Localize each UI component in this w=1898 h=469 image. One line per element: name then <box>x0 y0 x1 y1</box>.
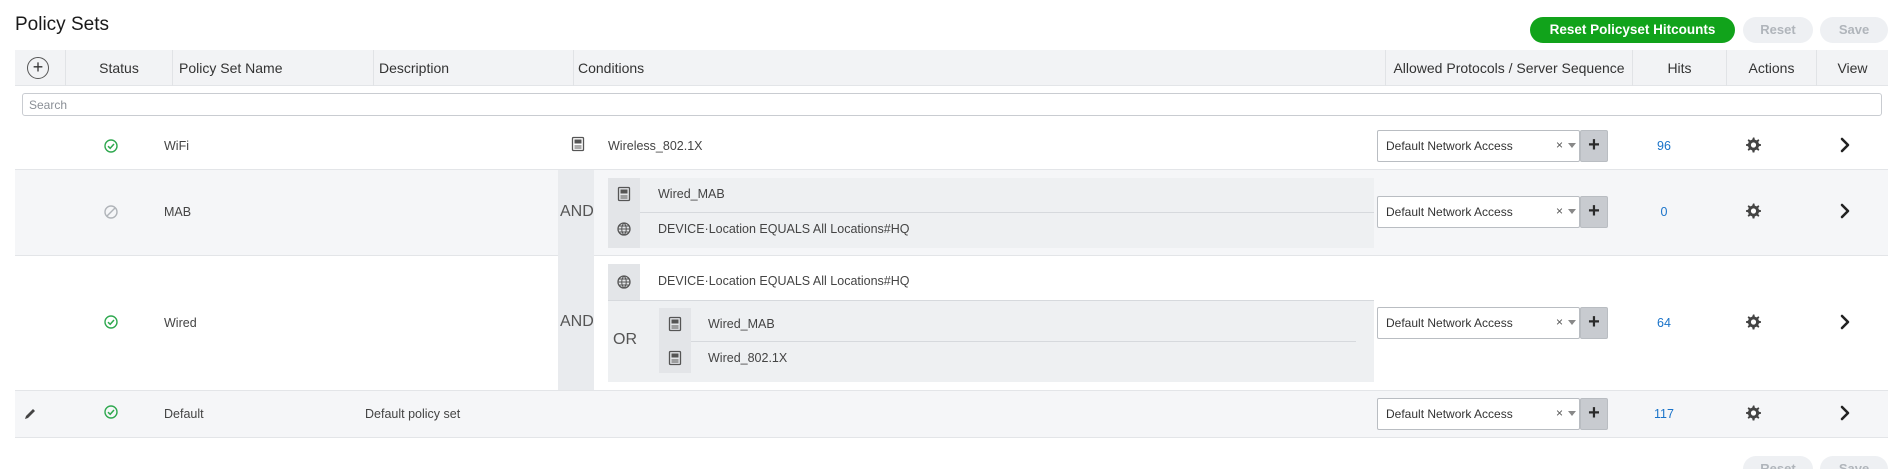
chevron-down-icon[interactable] <box>1568 411 1576 416</box>
check-circle-icon <box>104 405 118 419</box>
table-row[interactable]: MAB AND Wired_MAB DEVICE·Location EQUALS… <box>15 170 1888 256</box>
globe-icon <box>616 221 632 237</box>
header-status[interactable]: Status <box>65 50 172 86</box>
check-circle-icon <box>104 139 118 153</box>
policy-set-description: Default policy set <box>365 407 461 421</box>
library-condition-icon <box>616 186 632 202</box>
gear-icon[interactable] <box>1744 313 1762 331</box>
reset-button[interactable]: Reset <box>1743 17 1813 43</box>
chevron-right-icon[interactable] <box>1838 203 1852 219</box>
nested-condition-row <box>691 342 1356 373</box>
globe-icon <box>616 274 632 290</box>
allowed-protocols-value: Default Network Access <box>1386 407 1513 421</box>
policy-set-name: Default <box>164 407 204 421</box>
clear-icon[interactable]: × <box>1556 138 1563 152</box>
add-protocol-button[interactable]: + <box>1580 196 1608 228</box>
allowed-protocols-select[interactable]: Default Network Access × <box>1377 398 1580 430</box>
table-header: + Status Policy Set Name Description Con… <box>15 50 1888 86</box>
chevron-right-icon[interactable] <box>1838 314 1852 330</box>
header-view[interactable]: View <box>1816 50 1888 86</box>
header-conditions[interactable]: Conditions <box>573 50 1385 86</box>
policy-set-name: WiFi <box>164 139 189 153</box>
header-actions[interactable]: Actions <box>1726 50 1816 86</box>
add-protocol-button[interactable]: + <box>1580 130 1608 162</box>
gear-icon[interactable] <box>1744 404 1762 422</box>
allowed-protocols-value: Default Network Access <box>1386 205 1513 219</box>
policy-set-name: Wired <box>164 316 197 330</box>
hits-count[interactable]: 64 <box>1644 316 1684 330</box>
header-description[interactable]: Description <box>373 50 573 86</box>
gear-icon[interactable] <box>1744 136 1762 154</box>
blocked-circle-icon <box>104 205 118 219</box>
allowed-protocols-value: Default Network Access <box>1386 316 1513 330</box>
condition-operator[interactable]: AND <box>560 203 594 221</box>
policy-set-name: MAB <box>164 205 192 219</box>
allowed-protocols-select[interactable]: Default Network Access × <box>1377 307 1580 339</box>
plus-circle-icon[interactable]: + <box>27 57 49 79</box>
library-condition-icon <box>667 350 683 366</box>
condition-operator[interactable]: AND <box>560 313 594 331</box>
table-row[interactable]: WiFi Wireless_802.1X Default Network Acc… <box>15 122 1888 170</box>
condition-text[interactable]: Wireless_802.1X <box>608 139 703 153</box>
hits-count[interactable]: 117 <box>1644 407 1684 421</box>
pencil-icon[interactable] <box>23 407 37 421</box>
library-condition-icon <box>570 136 586 152</box>
chevron-down-icon[interactable] <box>1568 143 1576 148</box>
search-input[interactable] <box>22 93 1882 116</box>
chevron-right-icon[interactable] <box>1838 405 1852 421</box>
table-row[interactable]: Default Default policy set Default Netwo… <box>15 391 1888 438</box>
chevron-right-icon[interactable] <box>1838 137 1852 153</box>
library-condition-icon <box>667 316 683 332</box>
reset-button-bottom[interactable]: Reset <box>1743 456 1813 469</box>
condition-text[interactable]: Wired_802.1X <box>708 342 787 375</box>
header-hits[interactable]: Hits <box>1632 50 1726 86</box>
add-protocol-button[interactable]: + <box>1580 398 1608 430</box>
allowed-protocols-select[interactable]: Default Network Access × <box>1377 130 1580 162</box>
condition-nested-operator[interactable]: OR <box>613 331 637 349</box>
gear-icon[interactable] <box>1744 202 1762 220</box>
header-allowed-protocols[interactable]: Allowed Protocols / Server Sequence <box>1385 50 1632 86</box>
reset-policyset-hitcounts-button[interactable]: Reset Policyset Hitcounts <box>1530 17 1735 43</box>
check-circle-icon <box>104 315 118 329</box>
clear-icon[interactable]: × <box>1556 315 1563 329</box>
clear-icon[interactable]: × <box>1556 204 1563 218</box>
page-title: Policy Sets <box>15 14 109 35</box>
save-button[interactable]: Save <box>1820 17 1888 43</box>
header-add-cell: + <box>15 50 65 86</box>
table-row[interactable]: Wired AND DEVICE·Location EQUALS All Loc… <box>15 256 1888 391</box>
add-protocol-button[interactable]: + <box>1580 307 1608 339</box>
clear-icon[interactable]: × <box>1556 406 1563 420</box>
chevron-down-icon[interactable] <box>1568 320 1576 325</box>
hits-count[interactable]: 0 <box>1644 205 1684 219</box>
allowed-protocols-select[interactable]: Default Network Access × <box>1377 196 1580 228</box>
condition-text[interactable]: DEVICE·Location EQUALS All Locations#HQ <box>658 213 910 246</box>
condition-text[interactable]: DEVICE·Location EQUALS All Locations#HQ <box>658 265 910 298</box>
chevron-down-icon[interactable] <box>1568 209 1576 214</box>
allowed-protocols-value: Default Network Access <box>1386 139 1513 153</box>
condition-text[interactable]: Wired_MAB <box>658 178 725 211</box>
save-button-bottom[interactable]: Save <box>1820 456 1888 469</box>
condition-text[interactable]: Wired_MAB <box>708 308 775 341</box>
hits-count[interactable]: 96 <box>1644 139 1684 153</box>
header-policy-set-name[interactable]: Policy Set Name <box>172 50 373 86</box>
